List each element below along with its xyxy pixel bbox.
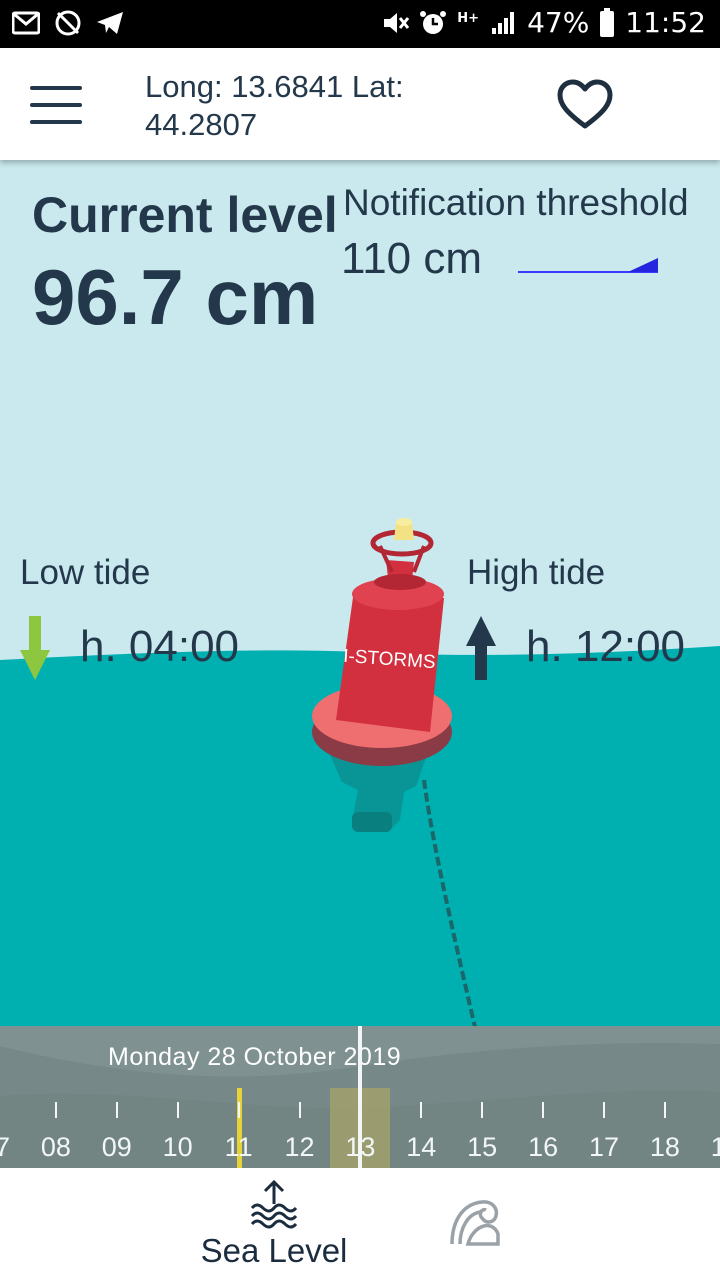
timeline[interactable]: Monday 28 October 2019 07080910111213141… xyxy=(0,1026,720,1168)
timeline-hour-label[interactable]: 09 xyxy=(87,1132,147,1163)
battery-icon xyxy=(599,7,615,37)
low-tide-label: Low tide xyxy=(20,553,151,592)
bottom-navigation: Sea Level xyxy=(0,1168,720,1280)
clock: 11:52 xyxy=(625,6,706,39)
alarm-icon xyxy=(419,9,447,37)
arrow-down-icon xyxy=(20,616,50,680)
gmail-icon xyxy=(12,9,40,37)
arrow-up-icon xyxy=(466,616,496,680)
timeline-tick xyxy=(298,1102,301,1118)
high-tide-time: h. 12:00 xyxy=(526,622,686,671)
timeline-hour-label[interactable]: 18 xyxy=(635,1132,695,1163)
timeline-hour-label[interactable]: 14 xyxy=(391,1132,451,1163)
signal-icon xyxy=(489,9,517,37)
battery-percentage: 47% xyxy=(527,6,590,39)
timeline-tick xyxy=(420,1102,423,1118)
wave-icon xyxy=(450,1200,500,1246)
timeline-cursor[interactable] xyxy=(358,1026,363,1168)
app-header: Long: 13.6841 Lat: 44.2807 xyxy=(0,48,720,160)
status-bar: H+ 47% 11:52 xyxy=(0,0,720,48)
timeline-hour-label[interactable]: 15 xyxy=(452,1132,512,1163)
timeline-tick xyxy=(115,1102,118,1118)
location-coordinates: Long: 13.6841 Lat: 44.2807 xyxy=(145,69,404,142)
tab-waves[interactable] xyxy=(448,1196,502,1250)
notification-icons xyxy=(12,9,124,37)
timeline-hour-label[interactable]: 10 xyxy=(148,1132,208,1163)
vibrate-mute-icon xyxy=(381,9,410,37)
timeline-tick xyxy=(54,1102,57,1118)
timeline-date: Monday 28 October 2019 xyxy=(108,1043,402,1071)
timeline-tick xyxy=(663,1102,666,1118)
network-type: H+ xyxy=(457,11,480,26)
telegram-icon xyxy=(96,9,124,37)
timeline-hour-label[interactable]: 08 xyxy=(26,1132,86,1163)
high-tide-label: High tide xyxy=(467,553,606,592)
timeline-hour-label[interactable]: 07 xyxy=(0,1132,25,1163)
timeline-tick xyxy=(481,1102,484,1118)
hamburger-menu-icon[interactable] xyxy=(30,86,82,126)
tab-sea-level[interactable]: Sea Level xyxy=(198,1178,350,1270)
timeline-hour-label[interactable]: 11 xyxy=(209,1132,269,1163)
system-icons: H+ 47% 11:52 xyxy=(381,6,706,39)
timeline-tick xyxy=(603,1102,605,1118)
heart-icon[interactable] xyxy=(556,78,614,132)
timeline-tick xyxy=(176,1102,179,1118)
timeline-hour-label[interactable]: 17 xyxy=(574,1132,634,1163)
threshold-slider-thumb xyxy=(628,258,658,272)
mute-sync-icon xyxy=(54,9,82,37)
timeline-tick xyxy=(237,1102,240,1118)
timeline-tick xyxy=(542,1102,545,1118)
timeline-hour-label[interactable]: 16 xyxy=(513,1132,573,1163)
sea-level-icon xyxy=(250,1180,298,1229)
notification-threshold-value: 110 cm xyxy=(341,234,483,283)
timeline-hour-label[interactable]: 19 xyxy=(696,1132,720,1163)
current-level-label: Current level xyxy=(32,187,338,243)
current-level-value: 96.7 cm xyxy=(32,253,319,341)
tab-sea-level-label: Sea Level xyxy=(200,1232,348,1269)
notification-threshold-label: Notification threshold xyxy=(343,182,689,223)
threshold-slider[interactable] xyxy=(516,256,660,276)
low-tide-time: h. 04:00 xyxy=(80,622,240,671)
timeline-hour-label[interactable]: 12 xyxy=(270,1132,330,1163)
